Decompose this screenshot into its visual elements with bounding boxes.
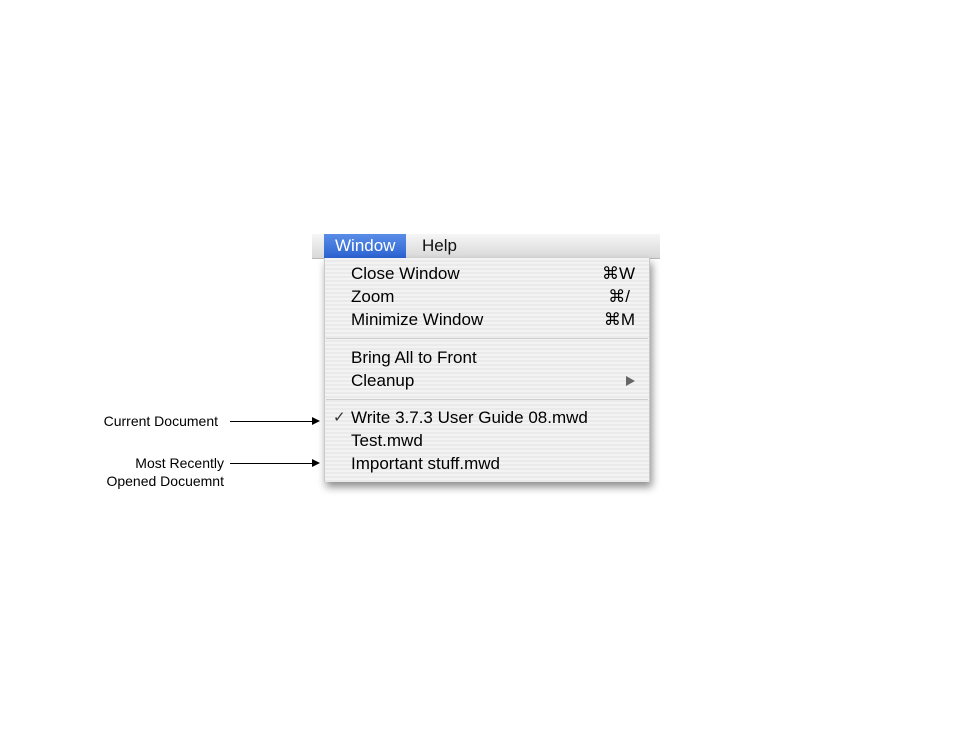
window-menu-dropdown: Close Window ⌘W Zoom ⌘/ Minimize Window … (324, 258, 650, 482)
menu-item-label: Bring All to Front (351, 348, 477, 367)
menu-item-label: Test.mwd (351, 431, 423, 450)
menu-title-window[interactable]: Window (324, 234, 407, 258)
annotation-most-recent-line2: Opened Docuemnt (106, 473, 224, 489)
menu-item-document[interactable]: Important stuff.mwd (325, 452, 649, 475)
menu-bar: Window Help (312, 234, 660, 259)
menu-item-minimize-window[interactable]: Minimize Window ⌘M (325, 308, 649, 331)
menu-title-help[interactable]: Help (420, 234, 459, 258)
menu-item-shortcut: ⌘/ (608, 287, 630, 306)
arrow-right-icon (312, 417, 320, 425)
menu-item-label: Minimize Window (351, 310, 484, 329)
annotation-arrow-line (230, 421, 312, 422)
menu-item-label: Important stuff.mwd (351, 454, 500, 473)
annotation-most-recent-line1: Most Recently (135, 455, 224, 471)
menu-item-cleanup[interactable]: Cleanup (325, 369, 649, 392)
menu-item-shortcut: ⌘M (603, 310, 635, 329)
screenshot-canvas: Window Help Close Window ⌘W Zoom ⌘/ Mini… (0, 0, 954, 737)
menu-item-label: Zoom (351, 287, 395, 306)
menu-item-zoom[interactable]: Zoom ⌘/ (325, 285, 649, 308)
checkmark-icon: ✓ (333, 409, 346, 426)
menu-item-shortcut: ⌘W (601, 264, 635, 283)
menu-item-close-window[interactable]: Close Window ⌘W (325, 262, 649, 285)
annotation-current-document: Current Document (103, 413, 218, 429)
menu-separator (326, 399, 648, 400)
menu-item-current-document[interactable]: ✓ Write 3.7.3 User Guide 08.mwd (325, 406, 649, 429)
menu-separator (326, 338, 648, 339)
menu-item-label: Close Window (351, 264, 460, 283)
menu-item-bring-all-to-front[interactable]: Bring All to Front (325, 346, 649, 369)
menu-item-label: Cleanup (351, 371, 415, 390)
menu-item-label: Write 3.7.3 User Guide 08.mwd (351, 408, 588, 427)
arrow-right-icon (312, 459, 320, 467)
menu-item-document[interactable]: Test.mwd (325, 429, 649, 452)
annotation-arrow-line (230, 463, 312, 464)
submenu-arrow-icon (626, 376, 635, 386)
